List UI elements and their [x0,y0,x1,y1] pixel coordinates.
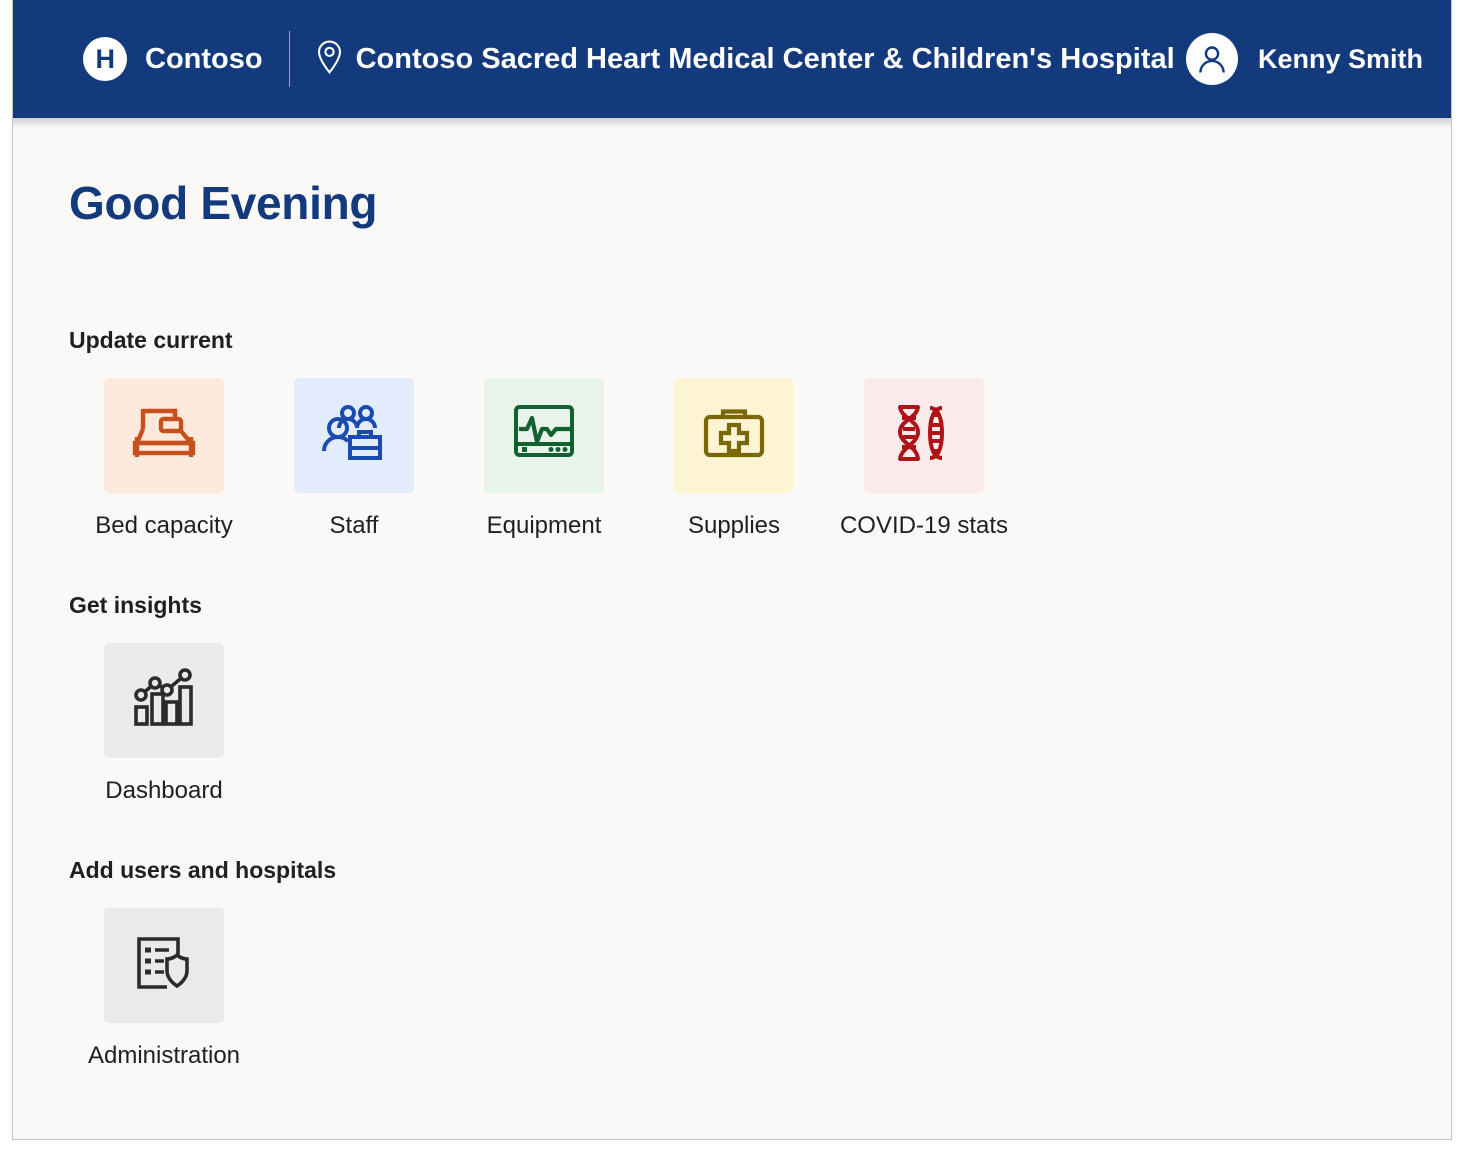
document-shield-icon [133,933,195,998]
site-name: Contoso Sacred Heart Medical Center & Ch… [355,42,1175,75]
section-title-update-current: Update current [69,327,233,353]
tile-icon-surface [294,378,414,493]
user-name: Kenny Smith [1257,43,1423,74]
tile-administration[interactable]: Administration [69,908,259,1070]
brand-block[interactable]: H Contoso [83,37,263,81]
tile-icon-surface [864,378,984,493]
tile-supplies[interactable]: Supplies [639,378,829,540]
tile-icon-surface [104,908,224,1023]
ekg-monitor-icon [513,404,575,467]
tile-staff[interactable]: Staff [259,378,449,540]
section-title-get-insights: Get insights [69,592,202,618]
bar-chart-trend-icon [133,668,195,733]
tile-bed-capacity[interactable]: Bed capacity [69,378,259,540]
tile-equipment[interactable]: Equipment [449,378,639,540]
tile-label: COVID-19 stats [839,512,1009,539]
user-menu[interactable]: Kenny Smith [1185,33,1423,85]
logo-letter: H [95,43,116,74]
app-window: H Contoso Contoso Sacred Heart Medical C… [12,0,1452,1140]
brand-name: Contoso [145,42,263,75]
tile-label: Dashboard [105,777,223,804]
section-title-add-users-and-hospitals: Add users and hospitals [69,857,337,883]
tile-label: Supplies [687,512,781,539]
tile-icon-surface [104,643,224,758]
tile-label: Staff [329,512,379,539]
tile-label: Equipment [486,512,602,539]
bed-icon [131,403,197,468]
person-avatar-icon [1185,33,1238,85]
map-pin-icon [316,40,343,79]
tile-row-get-insights: Dashboard [69,643,1451,805]
tile-icon-surface [104,378,224,493]
people-briefcase-icon [322,403,386,468]
hospital-h-logo-icon: H [83,37,127,81]
tile-covid-19-stats[interactable]: COVID-19 stats [829,378,1019,540]
tile-icon-surface [674,378,794,493]
tile-label: Administration [87,1042,241,1069]
tile-label: Bed capacity [95,512,233,539]
first-aid-kit-icon [703,405,765,466]
page-title: Good Evening [69,177,378,229]
header-divider [288,31,290,87]
tile-row-administration: Administration [69,908,1451,1070]
main-content: Good Evening Update current Bed capacity… [13,118,1451,1070]
tile-icon-surface [484,378,604,493]
tile-row-update-current: Bed capacity Staff Equipment Supplies CO… [69,378,1451,540]
dna-helix-icon [895,402,953,469]
site-selector[interactable]: Contoso Sacred Heart Medical Center & Ch… [316,40,1175,79]
app-header: H Contoso Contoso Sacred Heart Medical C… [13,0,1451,118]
tile-dashboard[interactable]: Dashboard [69,643,259,805]
